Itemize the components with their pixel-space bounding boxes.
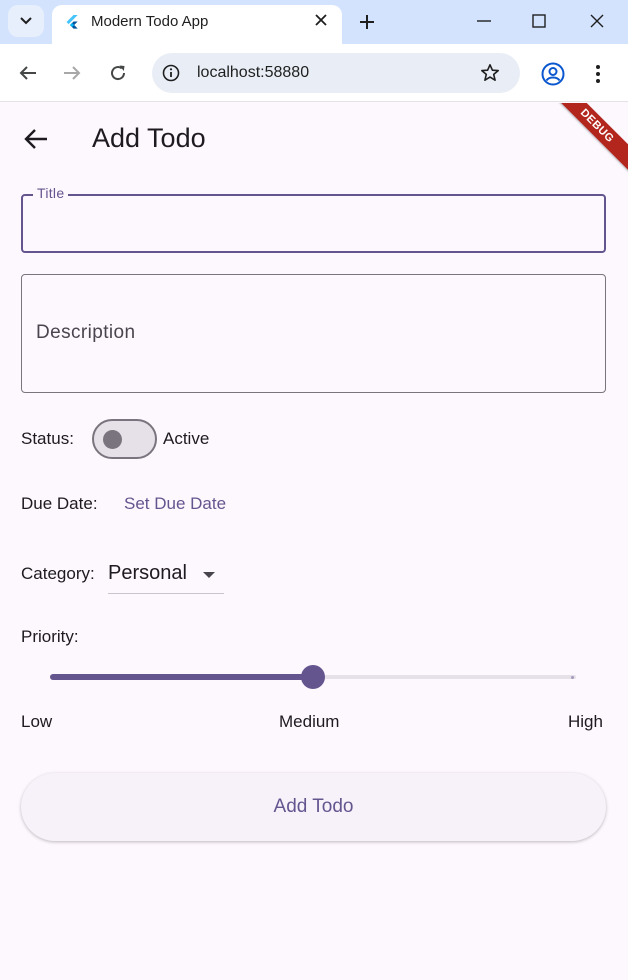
- arrow-left-icon: [19, 66, 36, 80]
- app-viewport: DEBUG Add Todo Title Description Status:…: [0, 103, 628, 980]
- tab-title: Modern Todo App: [91, 13, 209, 30]
- tab-search-button[interactable]: [8, 5, 44, 37]
- reload-icon: [111, 65, 126, 81]
- priority-tick-medium: Medium: [279, 712, 340, 731]
- plus-icon: [360, 15, 374, 29]
- browser-reload-button[interactable]: [104, 59, 132, 87]
- window-close-button[interactable]: [577, 6, 617, 36]
- app-back-button[interactable]: [20, 123, 52, 155]
- debug-banner-label: DEBUG: [577, 106, 617, 146]
- due-date-label: Due Date:: [21, 494, 98, 513]
- browser-tab-bar: Modern Todo App: [0, 0, 628, 44]
- browser-toolbar: localhost:58880: [0, 44, 628, 102]
- priority-tick-low: Low: [21, 712, 53, 731]
- tab-close-button[interactable]: [310, 9, 332, 31]
- debug-banner: DEBUG: [544, 103, 628, 179]
- chevron-down-icon: [20, 17, 32, 25]
- add-todo-button[interactable]: Add Todo: [21, 773, 606, 841]
- category-dropdown[interactable]: Personal: [108, 558, 224, 594]
- window-minimize-button[interactable]: [464, 6, 504, 36]
- address-bar[interactable]: localhost:58880: [152, 53, 520, 93]
- bookmark-star-icon[interactable]: [480, 63, 500, 83]
- new-tab-button[interactable]: [354, 9, 380, 35]
- category-label: Category:: [21, 564, 95, 583]
- close-icon: [590, 14, 604, 28]
- minimize-icon: [477, 20, 491, 22]
- browser-forward-button[interactable]: [58, 59, 86, 87]
- more-vertical-icon: [596, 65, 600, 83]
- slider-thumb[interactable]: [301, 665, 325, 689]
- category-dropdown-value: Personal: [108, 562, 187, 584]
- status-label: Status:: [21, 429, 74, 448]
- close-icon: [315, 14, 327, 26]
- description-field-label: Description: [36, 322, 136, 343]
- page-title: Add Todo: [92, 123, 206, 153]
- browser-menu-button[interactable]: [588, 62, 608, 86]
- description-input[interactable]: Description: [21, 274, 606, 393]
- title-field-label: Title: [33, 185, 69, 201]
- profile-icon[interactable]: [541, 62, 565, 86]
- slider-track-active: [50, 674, 313, 680]
- status-toggle-knob: [103, 430, 122, 449]
- arrow-left-icon: [24, 129, 47, 149]
- browser-tab-active[interactable]: Modern Todo App: [52, 5, 342, 44]
- maximize-icon: [532, 14, 546, 28]
- arrow-right-icon: [64, 66, 81, 80]
- priority-slider[interactable]: [50, 665, 576, 689]
- priority-label: Priority:: [21, 627, 79, 646]
- flutter-logo-icon: [66, 15, 78, 29]
- title-input[interactable]: Title: [21, 185, 606, 253]
- url-text[interactable]: localhost:58880: [197, 64, 309, 82]
- set-due-date-button[interactable]: Set Due Date: [112, 486, 238, 522]
- browser-back-button[interactable]: [14, 59, 42, 87]
- slider-end-tick: [571, 676, 574, 679]
- window-maximize-button[interactable]: [519, 6, 559, 36]
- status-toggle[interactable]: [92, 419, 157, 459]
- info-icon[interactable]: [162, 64, 180, 82]
- dropdown-arrow-icon: [203, 572, 215, 578]
- priority-tick-high: High: [568, 712, 603, 731]
- status-value: Active: [163, 429, 210, 448]
